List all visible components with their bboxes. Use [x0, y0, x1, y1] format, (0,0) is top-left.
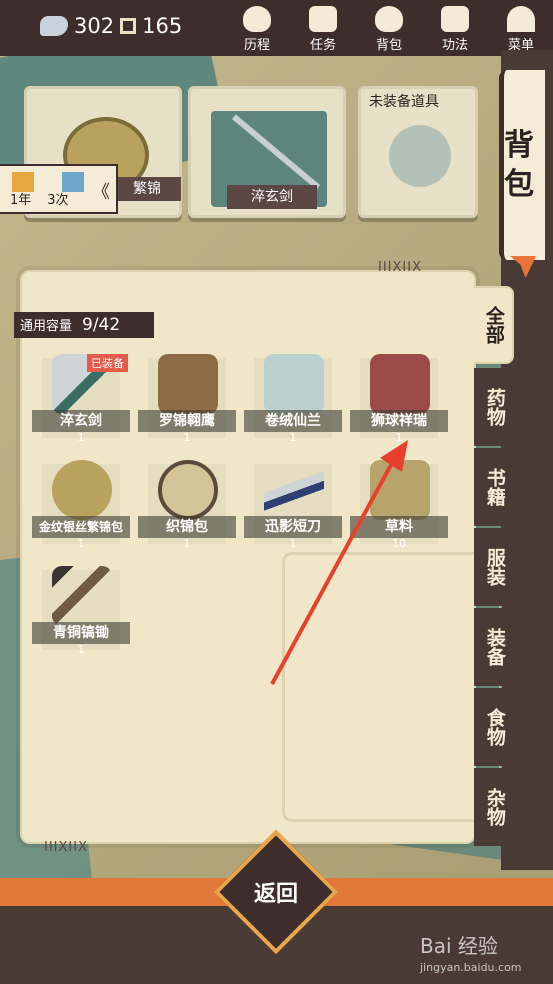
capacity-text: 通用容量	[20, 319, 73, 334]
tab-label: 杂物	[483, 788, 506, 826]
tab-label: 食物	[483, 708, 506, 746]
item-name: 卷绒仙兰	[244, 410, 342, 432]
nav-journey-button[interactable]: 历程	[232, 4, 282, 53]
top-mark: IIIXIIX	[378, 260, 422, 275]
skills-icon	[441, 6, 469, 32]
capacity-value: 9/42	[82, 315, 121, 335]
tab-label: 药物	[483, 388, 506, 426]
item-qty: 1	[183, 431, 191, 444]
item-qty: 1	[289, 431, 297, 444]
item-name: 淬玄剑	[32, 410, 130, 432]
journey-icon	[243, 6, 271, 32]
gourd-icon	[389, 125, 451, 187]
nav-label: 背包	[375, 38, 402, 53]
item-qty: 1	[395, 431, 403, 444]
buff-panel[interactable]: 1年 3次 《	[0, 164, 118, 214]
robe-icon	[264, 354, 324, 414]
pickaxe-icon	[52, 566, 112, 626]
buff-year: 1年	[10, 193, 32, 208]
bottom-mark: IIIXIIX	[44, 840, 88, 855]
jade-currency-icon	[40, 16, 68, 36]
pouch-icon	[158, 460, 218, 520]
item-name: 迅影短刀	[244, 516, 342, 538]
year-flag-icon	[12, 172, 34, 192]
currency-b-value: 165	[142, 14, 183, 38]
nav-label: 任务	[309, 38, 336, 53]
item-qty: 10	[392, 537, 406, 550]
tab-medicine[interactable]: 药物	[474, 368, 514, 446]
robe-icon	[370, 354, 430, 414]
backpack-title: 背包	[504, 128, 534, 202]
item-name: 罗锦翱鹰	[138, 410, 236, 432]
item-name: 织锦包	[138, 516, 236, 538]
equipped-slot-empty[interactable]: 未装备道具	[358, 86, 478, 218]
item-qty: 1	[77, 643, 85, 656]
tab-all[interactable]: 全部	[474, 286, 514, 364]
item-slot[interactable]: 迅影短刀 1	[244, 458, 342, 550]
tab-food[interactable]: 食物	[474, 688, 514, 766]
count-flag-icon	[62, 172, 84, 192]
capacity-label: 通用容量 9/42	[14, 312, 154, 338]
currency-a-value: 302	[74, 14, 115, 38]
item-slot[interactable]: 青铜镐锄 1	[32, 564, 130, 656]
tab-label: 书籍	[483, 468, 506, 506]
nav-backpack-button[interactable]: 背包	[364, 4, 414, 53]
slot-title: 未装备道具	[369, 94, 439, 110]
equipped-badge: 已装备	[87, 354, 128, 372]
item-slot[interactable]: 狮球祥瑞 1	[350, 352, 448, 444]
equipped-slot-sword[interactable]: 淬玄剑	[188, 86, 346, 218]
menu-fan-icon	[507, 6, 535, 32]
top-bar: 302 165 历程 任务 背包 功法 菜单	[0, 0, 553, 56]
item-slot[interactable]: 已装备 淬玄剑 1	[32, 352, 130, 444]
coin-icon	[120, 18, 137, 34]
item-name: 青铜镐锄	[32, 622, 130, 644]
cart-sketch-decoration	[282, 552, 502, 822]
item-qty: 1	[77, 537, 85, 550]
watermark-url: jingyan.baidu.com	[420, 961, 522, 974]
task-icon	[309, 6, 337, 32]
nav-label: 功法	[441, 38, 468, 53]
game-screen: 302 165 历程 任务 背包 功法 菜单 背包 繁锦 淬玄剑 未装备道具 1…	[0, 0, 553, 984]
item-slot[interactable]: 卷绒仙兰 1	[244, 352, 342, 444]
nav-skills-button[interactable]: 功法	[430, 4, 480, 53]
dagger-icon	[264, 460, 324, 520]
tab-label: 全部	[482, 306, 505, 344]
tab-equipment[interactable]: 装备	[474, 608, 514, 686]
tab-books[interactable]: 书籍	[474, 448, 514, 526]
nav-task-button[interactable]: 任务	[298, 4, 348, 53]
item-name: 狮球祥瑞	[350, 410, 448, 432]
item-qty: 1	[289, 537, 297, 550]
item-slot[interactable]: 金纹银丝繁锦包 1	[32, 458, 130, 550]
tab-label: 装备	[483, 628, 506, 666]
buff-count: 3次	[47, 193, 69, 208]
pouch-icon	[52, 460, 112, 520]
robe-icon	[158, 354, 218, 414]
nav-label: 历程	[243, 38, 270, 53]
tab-misc[interactable]: 杂物	[474, 768, 514, 846]
back-button-label[interactable]: 返回	[232, 876, 320, 908]
watermark-brand: Bai 经验	[420, 934, 498, 958]
item-qty: 1	[183, 537, 191, 550]
tab-label: 服装	[483, 548, 506, 586]
item-name: 金纹银丝繁锦包	[32, 516, 130, 538]
item-name: 草料	[350, 516, 448, 538]
backpack-title-tab: 背包	[499, 70, 545, 278]
slot-label: 繁锦	[113, 177, 181, 201]
item-slot[interactable]: 织锦包 1	[138, 458, 236, 550]
watermark: Bai 经验 jingyan.baidu.com	[420, 930, 522, 974]
item-slot[interactable]: 罗锦翱鹰 1	[138, 352, 236, 444]
item-slot[interactable]: 草料 10	[350, 458, 448, 550]
currency-display: 302 165	[40, 14, 182, 38]
tab-clothing[interactable]: 服装	[474, 528, 514, 606]
item-qty: 1	[77, 431, 85, 444]
backpack-icon	[375, 6, 403, 32]
slot-label: 淬玄剑	[227, 185, 317, 209]
hay-bundle-icon	[370, 460, 430, 520]
nav-menu-button[interactable]: 菜单	[496, 4, 546, 53]
chevron-left-icon[interactable]: 《	[92, 178, 110, 208]
